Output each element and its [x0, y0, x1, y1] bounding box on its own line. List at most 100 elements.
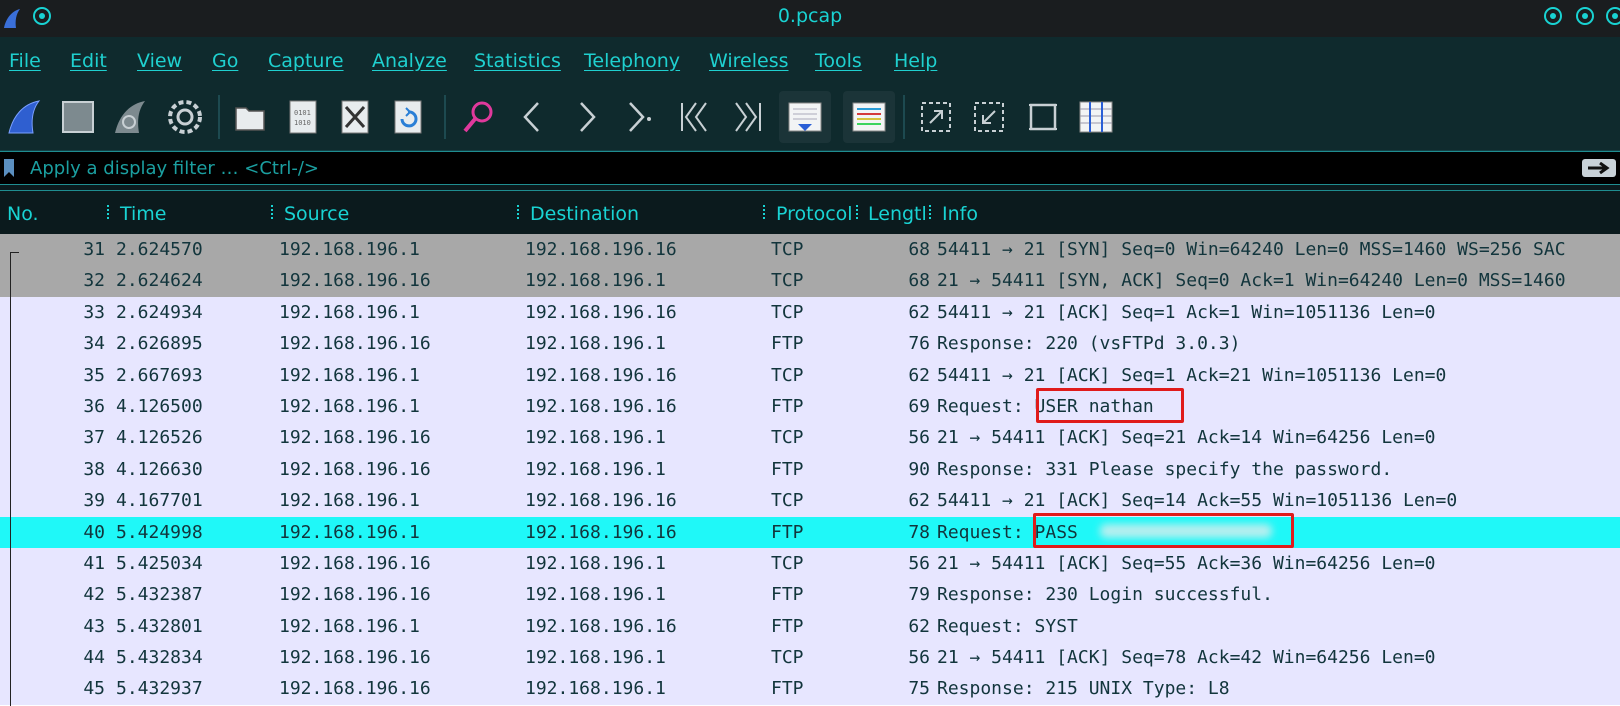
packet-protocol: TCP: [771, 364, 804, 386]
table-row[interactable]: 34 2.626895 192.168.196.16 192.168.196.1 FTP…: [0, 328, 1620, 360]
column-destination[interactable]: Destination: [530, 203, 639, 225]
packet-length: 56: [908, 552, 930, 574]
minimize-icon[interactable]: [1544, 7, 1562, 25]
packet-source: 192.168.196.1: [279, 301, 420, 323]
table-row[interactable]: 37 4.126526 192.168.196.16 192.168.196.1 TCP…: [0, 422, 1620, 454]
packet-source: 192.168.196.16: [279, 333, 431, 355]
go-back-icon[interactable]: [510, 95, 554, 139]
go-to-packet-icon[interactable]: [617, 95, 661, 139]
packet-protocol: FTP: [771, 678, 804, 700]
menu-statistics[interactable]: Statistics: [474, 50, 561, 72]
column-protocol[interactable]: Protocol: [776, 203, 853, 225]
packet-destination: 192.168.196.16: [525, 615, 677, 637]
packet-no: 42: [83, 584, 105, 606]
packet-no: 37: [83, 427, 105, 449]
menu-analyze[interactable]: Analyze: [372, 50, 447, 72]
capture-options-gear-icon[interactable]: [163, 95, 207, 139]
apply-filter-button[interactable]: [1582, 159, 1616, 177]
stop-square-icon[interactable]: [56, 95, 100, 139]
table-row[interactable]: 45 5.432937 192.168.196.16 192.168.196.1 FTP…: [0, 673, 1620, 705]
packet-no: 44: [83, 647, 105, 669]
menu-file[interactable]: File: [9, 50, 41, 72]
shark-fin-start-icon[interactable]: [2, 95, 46, 139]
resize-columns-icon[interactable]: [1074, 95, 1118, 139]
table-row[interactable]: 36 4.126500 192.168.196.1 192.168.196.16 FTP…: [0, 390, 1620, 423]
restart-fin-icon[interactable]: [108, 95, 152, 139]
packet-time: 4.126526: [116, 427, 203, 449]
packet-info: Response: 331 Please specify the passwor…: [937, 458, 1393, 480]
packet-length: 75: [908, 678, 930, 700]
packet-info: Response: 230 Login successful.: [937, 584, 1273, 606]
menu-view[interactable]: View: [137, 50, 182, 72]
packet-source: 192.168.196.16: [279, 270, 431, 292]
menu-wireless[interactable]: Wireless: [709, 50, 789, 72]
table-row[interactable]: 32 2.624624 192.168.196.16 192.168.196.1 TCP…: [0, 265, 1620, 297]
packet-protocol: TCP: [771, 647, 804, 669]
packet-source: 192.168.196.16: [279, 458, 431, 480]
first-packet-icon[interactable]: [672, 95, 716, 139]
packet-info: Response: 220 (vsFTPd 3.0.3): [937, 333, 1241, 355]
redacted-password: [1100, 524, 1272, 538]
menu-bar: File Edit View Go Capture Analyze Statis…: [0, 37, 1620, 87]
packet-info: Response: 215 UNIX Type: L8: [937, 678, 1230, 700]
column-info[interactable]: Info: [942, 203, 978, 225]
open-folder-icon[interactable]: [228, 95, 272, 139]
packet-time: 2.626895: [116, 333, 203, 355]
close-icon[interactable]: [1606, 7, 1620, 25]
last-packet-icon[interactable]: [726, 95, 770, 139]
maximize-icon[interactable]: [1576, 7, 1594, 25]
go-forward-icon[interactable]: [565, 95, 609, 139]
packet-list: No. Time Source Destination Protocol Len…: [0, 190, 1620, 706]
packet-destination: 192.168.196.16: [525, 490, 677, 512]
packet-no: 32: [83, 270, 105, 292]
packet-destination: 192.168.196.1: [525, 270, 666, 292]
table-row[interactable]: 38 4.126630 192.168.196.16 192.168.196.1 FTP…: [0, 453, 1620, 486]
packet-protocol: TCP: [771, 427, 804, 449]
column-source[interactable]: Source: [284, 203, 349, 225]
menu-tools[interactable]: Tools: [815, 50, 862, 72]
menu-telephony[interactable]: Telephony: [584, 50, 680, 72]
autoscroll-icon[interactable]: [779, 91, 831, 143]
packet-no: 45: [83, 678, 105, 700]
table-row[interactable]: 40 5.424998 192.168.196.1 192.168.196.16 FTP…: [0, 516, 1620, 548]
packet-info: 21 → 54411 [ACK] Seq=78 Ack=42 Win=64256…: [937, 647, 1436, 669]
normal-size-icon[interactable]: [1021, 95, 1065, 139]
table-row[interactable]: 41 5.425034 192.168.196.16 192.168.196.1 TCP…: [0, 547, 1620, 580]
table-row[interactable]: 33 2.624934 192.168.196.1 192.168.196.16 TCP…: [0, 296, 1620, 329]
close-file-icon[interactable]: [333, 95, 377, 139]
find-packet-icon[interactable]: [457, 95, 501, 139]
packet-protocol: TCP: [771, 552, 804, 574]
zoom-in-icon[interactable]: [914, 95, 958, 139]
table-row[interactable]: 43 5.432801 192.168.196.1 192.168.196.16 FTP…: [0, 610, 1620, 643]
save-file-icon[interactable]: 0101 1010: [281, 95, 325, 139]
column-time[interactable]: Time: [120, 203, 167, 225]
table-row[interactable]: 42 5.432387 192.168.196.16 192.168.196.1 FTP…: [0, 579, 1620, 611]
table-row[interactable]: 31 2.624570 192.168.196.1 192.168.196.16 TCP…: [0, 234, 1620, 266]
table-row[interactable]: 39 4.167701 192.168.196.1 192.168.196.16 TCP…: [0, 485, 1620, 517]
colorize-icon[interactable]: [843, 91, 895, 143]
packet-destination: 192.168.196.1: [525, 333, 666, 355]
menu-help[interactable]: Help: [894, 50, 937, 72]
packet-length: 62: [908, 301, 930, 323]
packet-protocol: FTP: [771, 521, 804, 543]
packet-source: 192.168.196.1: [279, 490, 420, 512]
column-no[interactable]: No.: [7, 203, 39, 225]
table-row[interactable]: 44 5.432834 192.168.196.16 192.168.196.1 TCP…: [0, 642, 1620, 674]
packet-destination: 192.168.196.1: [525, 458, 666, 480]
packet-protocol: TCP: [771, 270, 804, 292]
menu-go[interactable]: Go: [212, 50, 238, 72]
reload-file-icon[interactable]: [386, 95, 430, 139]
display-filter-input[interactable]: [22, 152, 1572, 184]
packet-info: 21 → 54411 [ACK] Seq=21 Ack=14 Win=64256…: [937, 427, 1436, 449]
bookmark-icon[interactable]: [4, 159, 14, 177]
table-row[interactable]: 35 2.667693 192.168.196.1 192.168.196.16 TCP…: [0, 359, 1620, 391]
zoom-out-icon[interactable]: [967, 95, 1011, 139]
packet-time: 4.167701: [116, 490, 203, 512]
packet-no: 38: [83, 458, 105, 480]
menu-capture[interactable]: Capture: [268, 50, 344, 72]
column-length[interactable]: Lengtl: [868, 203, 927, 225]
conversation-bracket: [10, 252, 19, 706]
packet-source: 192.168.196.1: [279, 615, 420, 637]
menu-edit[interactable]: Edit: [70, 50, 107, 72]
packet-time: 2.624934: [116, 301, 203, 323]
